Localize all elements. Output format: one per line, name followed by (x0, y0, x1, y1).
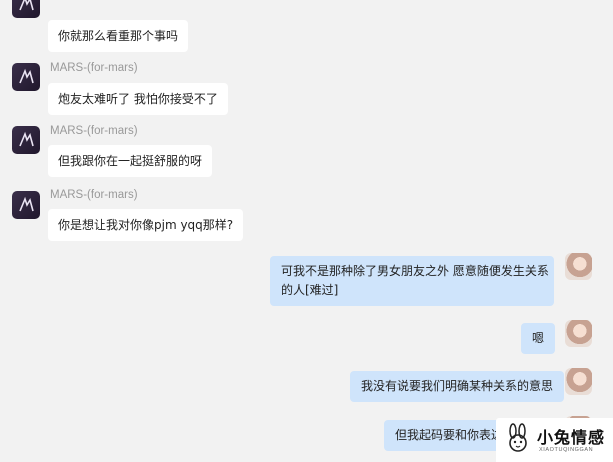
contact-avatar[interactable] (12, 63, 40, 91)
sender-name: MARS-(for-mars) (50, 62, 138, 74)
message-bubble[interactable]: 可我不是那种除了男女朋友之外 愿意随便发生关系 的人[难过] (270, 256, 554, 306)
contact-avatar[interactable] (12, 126, 40, 154)
message-line: 可我不是那种除了男女朋友之外 愿意随便发生关系 (281, 264, 549, 278)
message-bubble[interactable]: 嗯 (521, 323, 556, 354)
message-bubble[interactable]: 你就那么看重那个事吗 (48, 20, 189, 52)
sender-name: MARS-(for-mars) (50, 189, 138, 201)
message-bubble[interactable]: 你是想让我对你像pjm yqq那样? (48, 209, 244, 241)
watermark-subtitle: XIAOTUQINGGAN (539, 447, 594, 453)
watermark: 小兔情感 XIAOTUQINGGAN (496, 418, 613, 462)
message-bubble[interactable]: 炮友太难听了 我怕你接受不了 (48, 83, 228, 115)
user-avatar[interactable] (565, 253, 592, 280)
contact-avatar[interactable] (12, 191, 40, 219)
contact-avatar[interactable] (12, 0, 40, 18)
watermark-title: 小兔情感 (537, 428, 606, 447)
message-bubble[interactable]: 我没有说要我们明确某种关系的意思 (350, 371, 565, 402)
message-line: 的人[难过] (281, 283, 339, 297)
user-avatar[interactable] (565, 368, 592, 395)
user-avatar[interactable] (565, 320, 592, 347)
message-bubble[interactable]: 但我跟你在一起挺舒服的呀 (48, 145, 213, 177)
rabbit-logo-icon (509, 423, 527, 452)
sender-name: MARS-(for-mars) (50, 125, 138, 137)
message-bubble[interactable]: 但我起码要和你表达 (384, 420, 515, 451)
chat-area: 你就那么看重那个事吗 MARS-(for-mars) 炮友太难听了 我怕你接受不… (0, 0, 613, 462)
